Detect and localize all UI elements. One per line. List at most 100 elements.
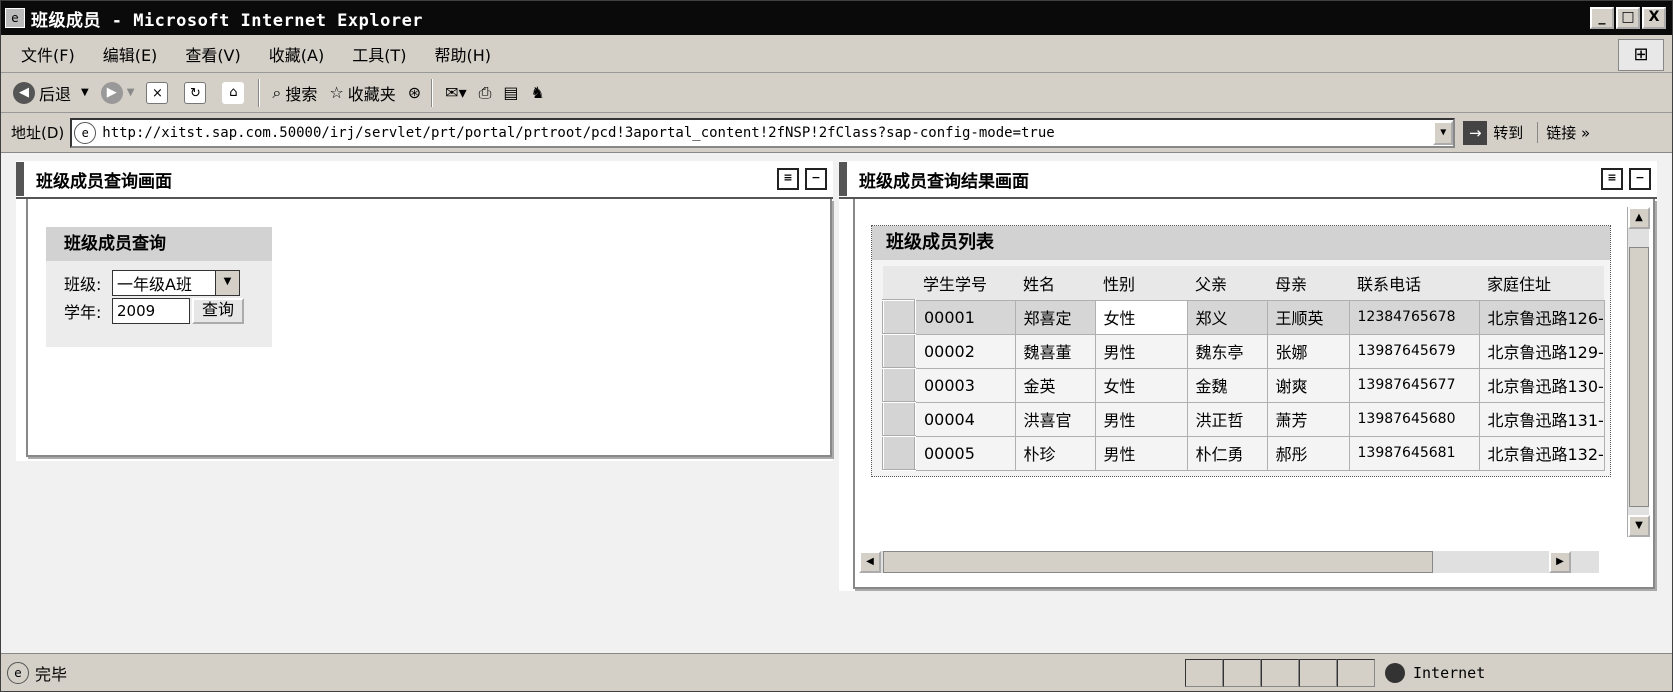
vertical-scroll-thumb[interactable] xyxy=(1629,247,1649,507)
table-cell: 郝彤 xyxy=(1266,435,1350,471)
table-cell: 男性 xyxy=(1094,333,1188,369)
scroll-up-icon[interactable]: ▲ xyxy=(1628,207,1650,229)
menu-tools[interactable]: 工具(T) xyxy=(352,42,406,66)
mail-icon[interactable]: ✉▾ xyxy=(445,83,466,102)
table-cell: 00001 xyxy=(914,299,1016,335)
collapse-icon[interactable]: − xyxy=(805,168,827,190)
class-select-value: 一年级A班 xyxy=(117,275,192,294)
horizontal-scrollbar[interactable]: ◀ ▶ xyxy=(859,551,1599,573)
windows-logo-icon: ⊞ xyxy=(1618,39,1664,71)
member-list-group: 班级成员列表 学生学号 姓名 性别 父亲 母亲 联系电话 家庭住址 00001 … xyxy=(871,225,1611,477)
status-bar: e 完毕 Internet xyxy=(1,653,1672,691)
table-cell: 金英 xyxy=(1014,367,1096,403)
column-header[interactable]: 家庭住址 xyxy=(1479,266,1605,300)
horizontal-scroll-thumb[interactable] xyxy=(883,551,1433,573)
forward-arrow-icon: ▶ xyxy=(100,81,123,104)
back-dropdown-icon[interactable]: ▼ xyxy=(81,87,89,98)
address-bar: 地址(D) e http://xitst.sap.com.50000/irj/s… xyxy=(1,113,1672,153)
menu-bar: 文件(F) 编辑(E) 查看(V) 收藏(A) 工具(T) 帮助(H) xyxy=(1,35,1672,73)
column-header[interactable]: 学生学号 xyxy=(915,266,1015,300)
chevron-down-icon[interactable]: ▼ xyxy=(215,271,239,295)
table-cell: 郑义 xyxy=(1186,299,1268,335)
window-title: 班级成员 - Microsoft Internet Explorer xyxy=(31,10,424,31)
table-header-row: 学生学号 姓名 性别 父亲 母亲 联系电话 家庭住址 xyxy=(883,266,1605,300)
column-header[interactable]: 母亲 xyxy=(1267,266,1349,300)
minimize-button[interactable]: _ xyxy=(1590,7,1614,29)
status-pane xyxy=(1261,658,1299,687)
menu-favorites[interactable]: 收藏(A) xyxy=(269,42,324,66)
table-cell: 女性 xyxy=(1094,367,1188,403)
row-selector[interactable] xyxy=(882,333,916,369)
member-list-title: 班级成员列表 xyxy=(872,226,1610,260)
table-cell: 13987645677 xyxy=(1348,367,1480,403)
query-iview-header: 班级成员查询画面 ≡ − xyxy=(16,161,833,199)
query-button[interactable]: 查询 xyxy=(192,298,245,324)
address-url: http://xitst.sap.com.50000/irj/servlet/p… xyxy=(102,124,1055,141)
column-header[interactable]: 姓名 xyxy=(1015,266,1095,300)
history-icon[interactable]: ⊛ xyxy=(408,83,421,102)
options-menu-icon[interactable]: ≡ xyxy=(1601,168,1623,190)
forward-dropdown-icon[interactable]: ▼ xyxy=(127,87,135,98)
go-label: 转到 xyxy=(1493,124,1524,142)
result-iview: 班级成员查询结果画面 ≡ − 班级成员列表 学生学号 姓名 性别 父亲 母亲 联… xyxy=(839,161,1657,591)
table-cell: 金魏 xyxy=(1186,367,1268,403)
table-row[interactable]: 00002 魏喜董 男性 魏东亭 张娜 13987645679 北京鲁迅路129… xyxy=(882,333,1605,369)
refresh-icon[interactable]: ↻ xyxy=(184,81,207,104)
portal-content: 班级成员查询画面 ≡ − 班级成员查询 班级: 一年级A班 ▼ 学年: 2009… xyxy=(1,153,1672,653)
address-dropdown-icon[interactable]: ▼ xyxy=(1433,120,1454,145)
collapse-icon[interactable]: − xyxy=(1629,168,1651,190)
table-cell: 洪喜官 xyxy=(1014,401,1096,437)
row-selector[interactable] xyxy=(882,367,916,403)
print-icon[interactable]: ⎙ xyxy=(479,83,492,103)
table-row[interactable]: 00001 郑喜定 女性 郑义 王顺英 12384765678 北京鲁迅路126… xyxy=(882,299,1605,335)
close-button[interactable]: X xyxy=(1642,7,1666,29)
table-cell: 王顺英 xyxy=(1266,299,1350,335)
menu-edit[interactable]: 编辑(E) xyxy=(103,42,158,66)
options-menu-icon[interactable]: ≡ xyxy=(777,168,799,190)
table-cell: 13987645679 xyxy=(1348,333,1480,369)
favorites-button[interactable]: ☆ 收藏夹 xyxy=(329,81,395,105)
back-button[interactable]: ◀ 后退 ▼ xyxy=(13,81,89,105)
class-select[interactable]: 一年级A班 ▼ xyxy=(112,270,240,296)
row-selector[interactable] xyxy=(882,299,916,335)
table-row[interactable]: 00004 洪喜官 男性 洪正哲 萧芳 13987645680 北京鲁迅路131… xyxy=(882,401,1605,437)
row-selector[interactable] xyxy=(882,401,916,437)
menu-help[interactable]: 帮助(H) xyxy=(434,42,491,66)
scroll-right-icon[interactable]: ▶ xyxy=(1549,551,1571,573)
year-input[interactable]: 2009 xyxy=(112,298,190,324)
table-cell: 北京鲁迅路129- xyxy=(1478,333,1605,369)
favorites-label: 收藏夹 xyxy=(347,84,396,104)
table-row[interactable]: 00005 朴珍 男性 朴仁勇 郝彤 13987645681 北京鲁迅路132- xyxy=(882,435,1605,471)
table-cell: 00002 xyxy=(914,333,1016,369)
column-header[interactable]: 父亲 xyxy=(1187,266,1267,300)
column-header[interactable]: 性别 xyxy=(1095,266,1187,300)
edit-icon[interactable]: ▤ xyxy=(503,83,518,102)
result-iview-title: 班级成员查询结果画面 xyxy=(859,171,1029,192)
column-header[interactable]: 联系电话 xyxy=(1349,266,1479,300)
security-zone: Internet xyxy=(1385,662,1485,683)
search-button[interactable]: ⌕ 搜索 xyxy=(272,81,317,105)
table-cell: 北京鲁迅路126- xyxy=(1478,299,1605,335)
row-selector[interactable] xyxy=(882,435,916,471)
scroll-down-icon[interactable]: ▼ xyxy=(1628,515,1650,537)
table-cell: 00005 xyxy=(914,435,1016,471)
address-field[interactable]: e http://xitst.sap.com.50000/irj/servlet… xyxy=(70,117,1456,148)
search-icon: ⌕ xyxy=(272,82,282,102)
table-row[interactable]: 00003 金英 女性 金魏 谢爽 13987645677 北京鲁迅路130- xyxy=(882,367,1605,403)
status-pane xyxy=(1223,658,1261,687)
messenger-icon[interactable]: ♞ xyxy=(531,83,545,102)
menu-view[interactable]: 查看(V) xyxy=(185,42,240,66)
table-cell: 朴珍 xyxy=(1014,435,1096,471)
vertical-scrollbar[interactable]: ▲ ▼ xyxy=(1627,207,1650,537)
home-icon[interactable]: ⌂ xyxy=(222,81,245,104)
maximize-button[interactable]: □ xyxy=(1616,7,1640,29)
table-cell: 谢爽 xyxy=(1266,367,1350,403)
go-button[interactable]: → 转到 xyxy=(1463,120,1524,145)
links-button[interactable]: 链接 » xyxy=(1537,122,1590,143)
back-arrow-icon: ◀ xyxy=(13,81,35,104)
forward-button[interactable]: ▶ ▼ xyxy=(100,81,135,104)
scroll-left-icon[interactable]: ◀ xyxy=(859,551,881,573)
table-cell: 男性 xyxy=(1094,435,1188,471)
menu-file[interactable]: 文件(F) xyxy=(21,42,75,66)
stop-icon[interactable]: × xyxy=(146,81,169,104)
